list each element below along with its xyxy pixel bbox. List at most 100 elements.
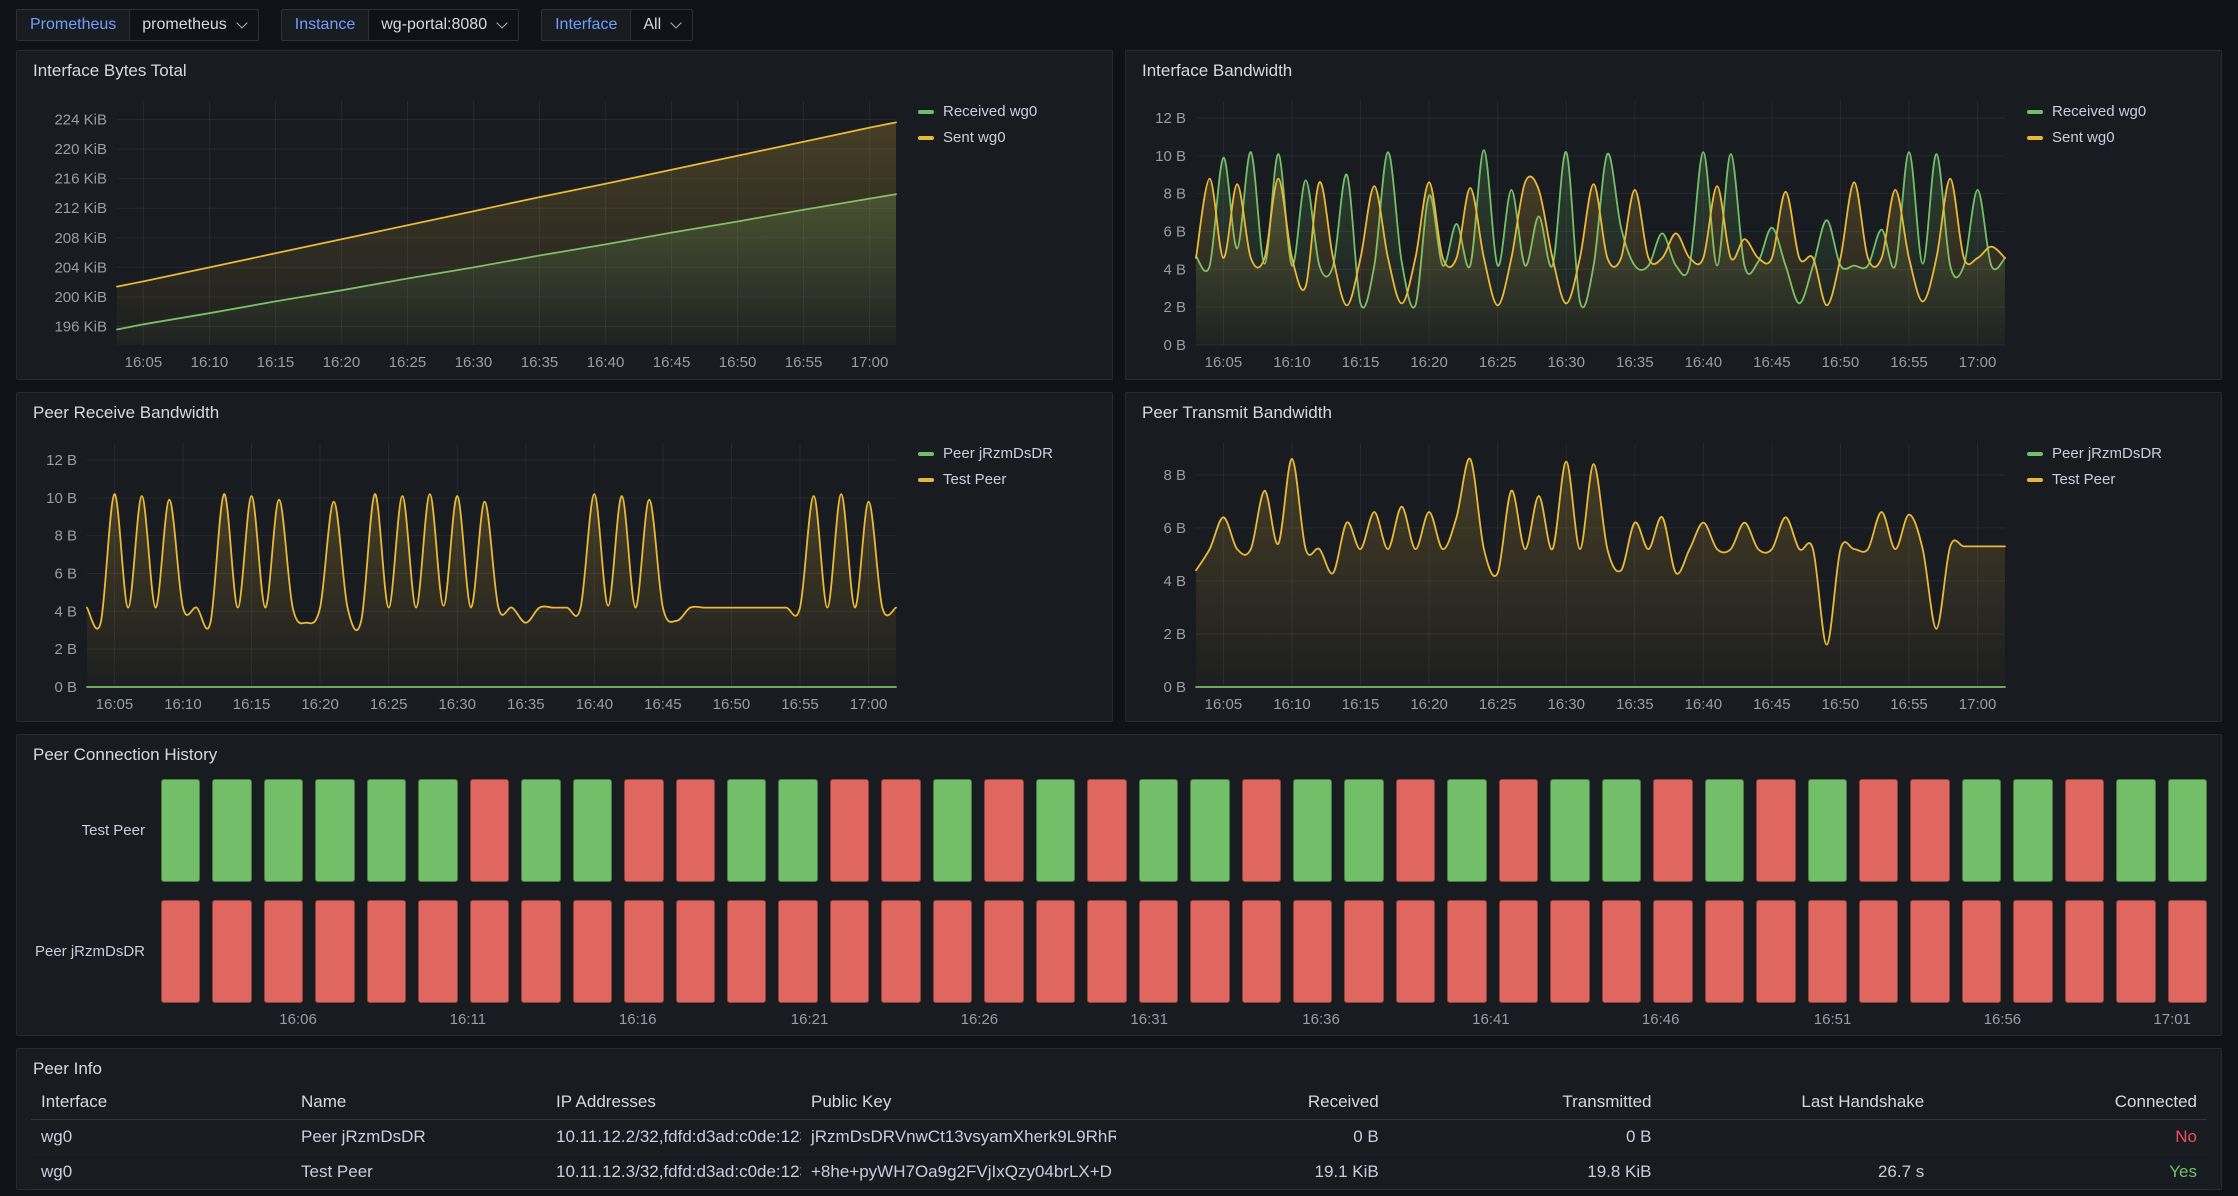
state-bar-disconnected[interactable]	[521, 900, 560, 1003]
state-bar-connected[interactable]	[727, 779, 766, 882]
legend-item-peer-jrzmdsdr[interactable]: Peer jRzmDsDR	[2027, 445, 2207, 462]
state-bar-disconnected[interactable]	[1344, 900, 1383, 1003]
panel-title[interactable]: Peer Transmit Bandwidth	[1140, 401, 2207, 429]
legend-item-sent-wg0[interactable]: Sent wg0	[2027, 129, 2207, 146]
column-header-received[interactable]: Received	[1116, 1085, 1389, 1120]
state-bar-connected[interactable]	[1550, 779, 1589, 882]
legend-item-test-peer[interactable]: Test Peer	[2027, 471, 2207, 488]
state-bar-disconnected[interactable]	[830, 900, 869, 1003]
peer-transmit-bandwidth-chart[interactable]: 16:0516:1016:1516:2016:2516:3016:3516:40…	[1140, 429, 2017, 717]
column-header-last-handshake[interactable]: Last Handshake	[1662, 1085, 1935, 1120]
state-bar-disconnected[interactable]	[881, 779, 920, 882]
state-bar-disconnected[interactable]	[470, 779, 509, 882]
state-bar-connected[interactable]	[2116, 779, 2155, 882]
state-bar-disconnected[interactable]	[830, 779, 869, 882]
state-bar-disconnected[interactable]	[1653, 900, 1692, 1003]
state-bar-disconnected[interactable]	[624, 900, 663, 1003]
state-bar-disconnected[interactable]	[573, 900, 612, 1003]
state-bar-connected[interactable]	[521, 779, 560, 882]
state-bar-disconnected[interactable]	[367, 900, 406, 1003]
state-bar-disconnected[interactable]	[161, 900, 200, 1003]
legend-item-received-wg0[interactable]: Received wg0	[2027, 103, 2207, 120]
state-bar-disconnected[interactable]	[1242, 900, 1281, 1003]
state-bar-connected[interactable]	[1602, 779, 1641, 882]
state-bar-disconnected[interactable]	[2065, 900, 2104, 1003]
state-bar-disconnected[interactable]	[418, 900, 457, 1003]
legend-item-sent-wg0[interactable]: Sent wg0	[918, 129, 1098, 146]
interface-bandwidth-chart[interactable]: 16:0516:1016:1516:2016:2516:3016:3516:40…	[1140, 87, 2017, 375]
legend-item-received-wg0[interactable]: Received wg0	[918, 103, 1098, 120]
variable-dropdown-instance[interactable]: wg-portal:8080	[368, 9, 519, 41]
state-bar-connected[interactable]	[1036, 779, 1075, 882]
state-bar-disconnected[interactable]	[1602, 900, 1641, 1003]
panel-title[interactable]: Peer Receive Bandwidth	[31, 401, 1098, 429]
state-bar-disconnected[interactable]	[1705, 900, 1744, 1003]
state-bar-connected[interactable]	[212, 779, 251, 882]
column-header-connected[interactable]: Connected	[1934, 1085, 2207, 1120]
state-bar-disconnected[interactable]	[1653, 779, 1692, 882]
peer-connection-history-timeline[interactable]: Test PeerPeer jRzmDsDR 16:0616:1116:1616…	[31, 771, 2207, 1031]
state-bar-disconnected[interactable]	[1396, 779, 1435, 882]
state-bar-connected[interactable]	[1705, 779, 1744, 882]
panel-title[interactable]: Peer Info	[31, 1057, 2207, 1085]
state-bar-disconnected[interactable]	[1808, 900, 1847, 1003]
state-bar-disconnected[interactable]	[1962, 900, 2001, 1003]
state-bar-disconnected[interactable]	[778, 900, 817, 1003]
state-bar-disconnected[interactable]	[676, 779, 715, 882]
state-bar-connected[interactable]	[1808, 779, 1847, 882]
state-bar-disconnected[interactable]	[1242, 779, 1281, 882]
state-bar-disconnected[interactable]	[470, 900, 509, 1003]
state-bar-disconnected[interactable]	[1859, 900, 1898, 1003]
state-bar-connected[interactable]	[1447, 779, 1486, 882]
state-bar-disconnected[interactable]	[2013, 900, 2052, 1003]
state-bar-disconnected[interactable]	[984, 900, 1023, 1003]
state-bar-connected[interactable]	[1344, 779, 1383, 882]
state-bar-disconnected[interactable]	[2065, 779, 2104, 882]
state-bar-connected[interactable]	[1293, 779, 1332, 882]
state-bar-connected[interactable]	[1139, 779, 1178, 882]
state-bar-disconnected[interactable]	[1087, 900, 1126, 1003]
peer-receive-bandwidth-chart[interactable]: 16:0516:1016:1516:2016:2516:3016:3516:40…	[31, 429, 908, 717]
panel-title[interactable]: Interface Bandwidth	[1140, 59, 2207, 87]
legend-item-peer-jrzmdsdr[interactable]: Peer jRzmDsDR	[918, 445, 1098, 462]
state-bar-connected[interactable]	[1962, 779, 2001, 882]
state-bar-connected[interactable]	[161, 779, 200, 882]
state-bar-disconnected[interactable]	[727, 900, 766, 1003]
state-bar-disconnected[interactable]	[1550, 900, 1589, 1003]
panel-title[interactable]: Peer Connection History	[31, 743, 2207, 771]
state-bar-connected[interactable]	[2168, 779, 2207, 882]
variable-dropdown-interface[interactable]: All	[630, 9, 693, 41]
state-bar-connected[interactable]	[1190, 779, 1229, 882]
state-bar-disconnected[interactable]	[1396, 900, 1435, 1003]
state-bar-disconnected[interactable]	[933, 900, 972, 1003]
state-bar-disconnected[interactable]	[1756, 779, 1795, 882]
legend-item-test-peer[interactable]: Test Peer	[918, 471, 1098, 488]
state-bar-disconnected[interactable]	[1447, 900, 1486, 1003]
state-bar-disconnected[interactable]	[2116, 900, 2155, 1003]
state-bar-disconnected[interactable]	[984, 779, 1023, 882]
state-bar-connected[interactable]	[778, 779, 817, 882]
state-bar-connected[interactable]	[933, 779, 972, 882]
state-bar-disconnected[interactable]	[1087, 779, 1126, 882]
state-bar-disconnected[interactable]	[1756, 900, 1795, 1003]
variable-dropdown-prometheus[interactable]: prometheus	[129, 9, 259, 41]
column-header-name[interactable]: Name	[291, 1085, 546, 1120]
column-header-public-key[interactable]: Public Key	[801, 1085, 1116, 1120]
state-bar-disconnected[interactable]	[1910, 779, 1949, 882]
state-bar-disconnected[interactable]	[2168, 900, 2207, 1003]
state-bar-connected[interactable]	[315, 779, 354, 882]
state-bar-disconnected[interactable]	[1036, 900, 1075, 1003]
state-bar-disconnected[interactable]	[264, 900, 303, 1003]
state-bar-disconnected[interactable]	[1910, 900, 1949, 1003]
state-bar-disconnected[interactable]	[1190, 900, 1229, 1003]
state-bar-disconnected[interactable]	[1859, 779, 1898, 882]
state-bar-disconnected[interactable]	[212, 900, 251, 1003]
state-bar-disconnected[interactable]	[624, 779, 663, 882]
state-bar-disconnected[interactable]	[1499, 779, 1538, 882]
state-bar-disconnected[interactable]	[881, 900, 920, 1003]
panel-title[interactable]: Interface Bytes Total	[31, 59, 1098, 87]
column-header-transmitted[interactable]: Transmitted	[1389, 1085, 1662, 1120]
column-header-interface[interactable]: Interface	[31, 1085, 291, 1120]
state-bar-disconnected[interactable]	[1139, 900, 1178, 1003]
state-bar-connected[interactable]	[573, 779, 612, 882]
